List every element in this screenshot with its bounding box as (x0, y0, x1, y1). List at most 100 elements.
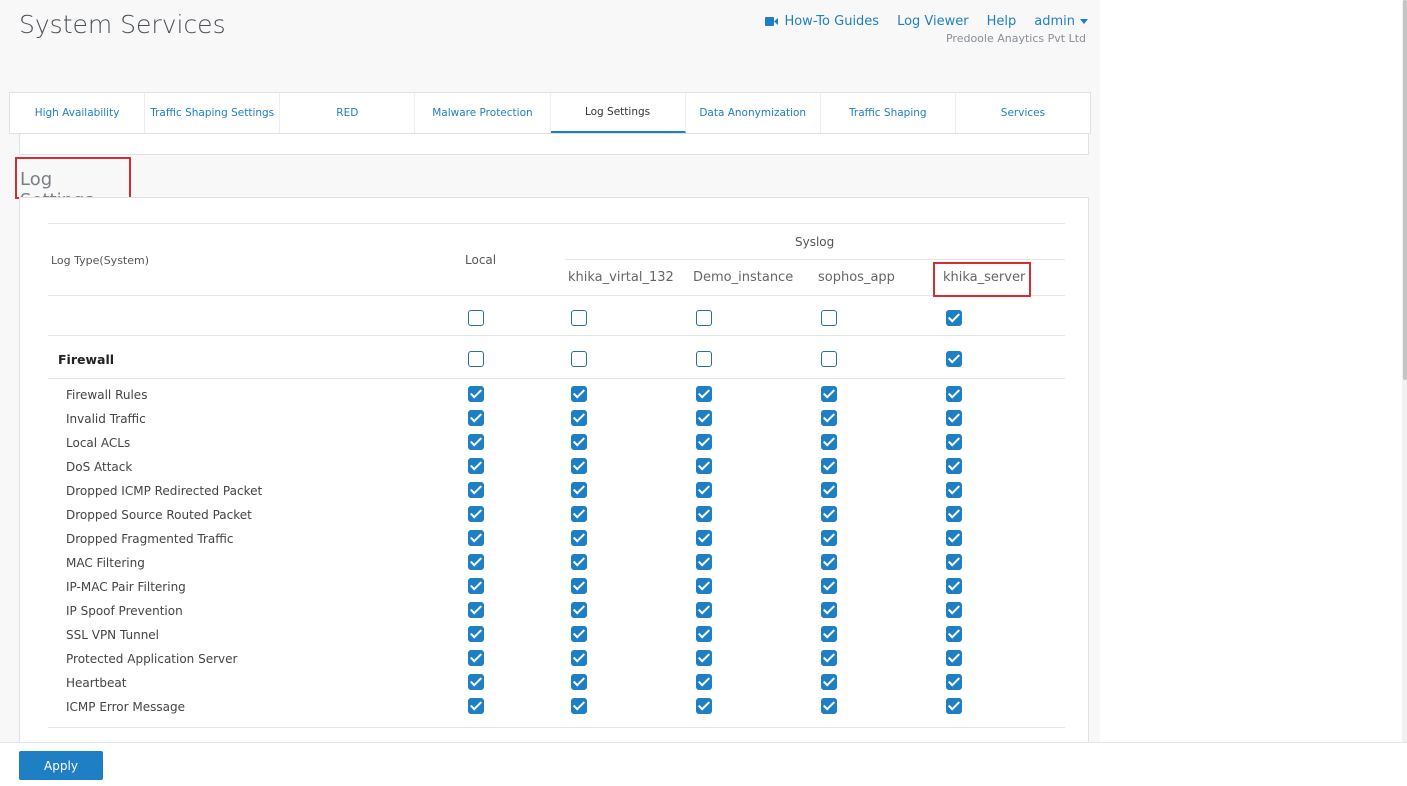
log-checkbox[interactable] (571, 650, 587, 666)
log-checkbox[interactable] (946, 554, 962, 570)
log-checkbox[interactable] (946, 530, 962, 546)
caret-down-icon (1080, 19, 1088, 24)
log-checkbox[interactable] (468, 698, 484, 714)
log-checkbox[interactable] (468, 602, 484, 618)
log-checkbox[interactable] (696, 310, 712, 326)
log-checkbox[interactable] (696, 458, 712, 474)
log-checkbox[interactable] (946, 578, 962, 594)
log-checkbox[interactable] (571, 458, 587, 474)
log-checkbox[interactable] (571, 698, 587, 714)
log-viewer-link[interactable]: Log Viewer (897, 14, 969, 29)
log-checkbox[interactable] (696, 626, 712, 642)
log-checkbox[interactable] (468, 506, 484, 522)
log-checkbox[interactable] (468, 386, 484, 402)
tab-item[interactable]: Services (956, 93, 1090, 133)
log-checkbox[interactable] (571, 578, 587, 594)
tab-item[interactable]: Malware Protection (415, 93, 551, 133)
log-checkbox[interactable] (821, 506, 837, 522)
log-checkbox[interactable] (468, 674, 484, 690)
log-type-label: Protected Application Server (66, 652, 238, 666)
log-checkbox[interactable] (696, 530, 712, 546)
log-checkbox[interactable] (468, 482, 484, 498)
log-checkbox[interactable] (468, 310, 484, 326)
tab-item[interactable]: Data Anonymization (686, 93, 821, 133)
log-checkbox[interactable] (696, 482, 712, 498)
tab-item[interactable]: RED (280, 93, 416, 133)
log-checkbox[interactable] (821, 554, 837, 570)
log-checkbox[interactable] (468, 410, 484, 426)
col-header-syslog-server: sophos_app (818, 270, 895, 285)
log-checkbox[interactable] (696, 410, 712, 426)
log-checkbox[interactable] (821, 410, 837, 426)
log-checkbox[interactable] (571, 386, 587, 402)
log-checkbox[interactable] (821, 434, 837, 450)
col-header-syslog-server: khika_virtal_132 (568, 270, 674, 285)
log-checkbox[interactable] (946, 434, 962, 450)
log-checkbox[interactable] (946, 650, 962, 666)
log-checkbox[interactable] (946, 602, 962, 618)
log-checkbox[interactable] (696, 602, 712, 618)
log-checkbox[interactable] (946, 410, 962, 426)
tab-item[interactable]: Traffic Shaping Settings (145, 93, 281, 133)
log-checkbox[interactable] (821, 698, 837, 714)
log-checkbox[interactable] (468, 650, 484, 666)
log-checkbox[interactable] (946, 482, 962, 498)
help-link[interactable]: Help (987, 14, 1017, 29)
log-checkbox[interactable] (821, 650, 837, 666)
log-checkbox[interactable] (821, 482, 837, 498)
log-checkbox[interactable] (696, 578, 712, 594)
log-checkbox[interactable] (946, 458, 962, 474)
log-checkbox[interactable] (946, 351, 962, 367)
log-checkbox[interactable] (946, 310, 962, 326)
log-checkbox[interactable] (571, 351, 587, 367)
log-checkbox[interactable] (468, 530, 484, 546)
log-settings-card: Log Type(System) Local Syslog khika_virt… (19, 197, 1089, 742)
log-checkbox[interactable] (696, 650, 712, 666)
log-checkbox[interactable] (696, 351, 712, 367)
log-checkbox[interactable] (571, 626, 587, 642)
log-checkbox[interactable] (571, 506, 587, 522)
admin-menu[interactable]: admin (1034, 14, 1088, 29)
tab-item[interactable]: High Availability (10, 93, 146, 133)
how-to-guides-link[interactable]: How-To Guides (765, 14, 879, 29)
log-checkbox[interactable] (571, 554, 587, 570)
log-checkbox[interactable] (821, 578, 837, 594)
log-checkbox[interactable] (468, 458, 484, 474)
log-checkbox[interactable] (571, 310, 587, 326)
log-checkbox[interactable] (946, 506, 962, 522)
log-checkbox[interactable] (946, 386, 962, 402)
log-checkbox[interactable] (468, 554, 484, 570)
log-checkbox[interactable] (821, 351, 837, 367)
log-checkbox[interactable] (696, 386, 712, 402)
log-checkbox[interactable] (696, 554, 712, 570)
log-checkbox[interactable] (468, 434, 484, 450)
tab-item[interactable]: Log Settings (550, 93, 686, 133)
log-type-label: Dropped Fragmented Traffic (66, 532, 234, 546)
log-checkbox[interactable] (696, 506, 712, 522)
log-checkbox[interactable] (821, 602, 837, 618)
log-checkbox[interactable] (821, 530, 837, 546)
apply-button[interactable]: Apply (19, 751, 103, 780)
tab-item[interactable]: Traffic Shaping (821, 93, 956, 133)
log-checkbox[interactable] (571, 530, 587, 546)
log-checkbox[interactable] (571, 602, 587, 618)
log-checkbox[interactable] (946, 626, 962, 642)
log-checkbox[interactable] (946, 698, 962, 714)
log-checkbox[interactable] (821, 626, 837, 642)
log-checkbox[interactable] (821, 386, 837, 402)
log-checkbox[interactable] (821, 310, 837, 326)
log-checkbox[interactable] (468, 626, 484, 642)
log-checkbox[interactable] (696, 698, 712, 714)
log-checkbox[interactable] (468, 351, 484, 367)
log-checkbox[interactable] (946, 674, 962, 690)
log-checkbox[interactable] (571, 410, 587, 426)
log-checkbox[interactable] (571, 482, 587, 498)
log-checkbox[interactable] (821, 674, 837, 690)
scrollbar-thumb[interactable] (1403, 0, 1407, 380)
log-checkbox[interactable] (571, 674, 587, 690)
log-checkbox[interactable] (696, 434, 712, 450)
log-checkbox[interactable] (468, 578, 484, 594)
log-checkbox[interactable] (696, 674, 712, 690)
log-checkbox[interactable] (821, 458, 837, 474)
log-checkbox[interactable] (571, 434, 587, 450)
